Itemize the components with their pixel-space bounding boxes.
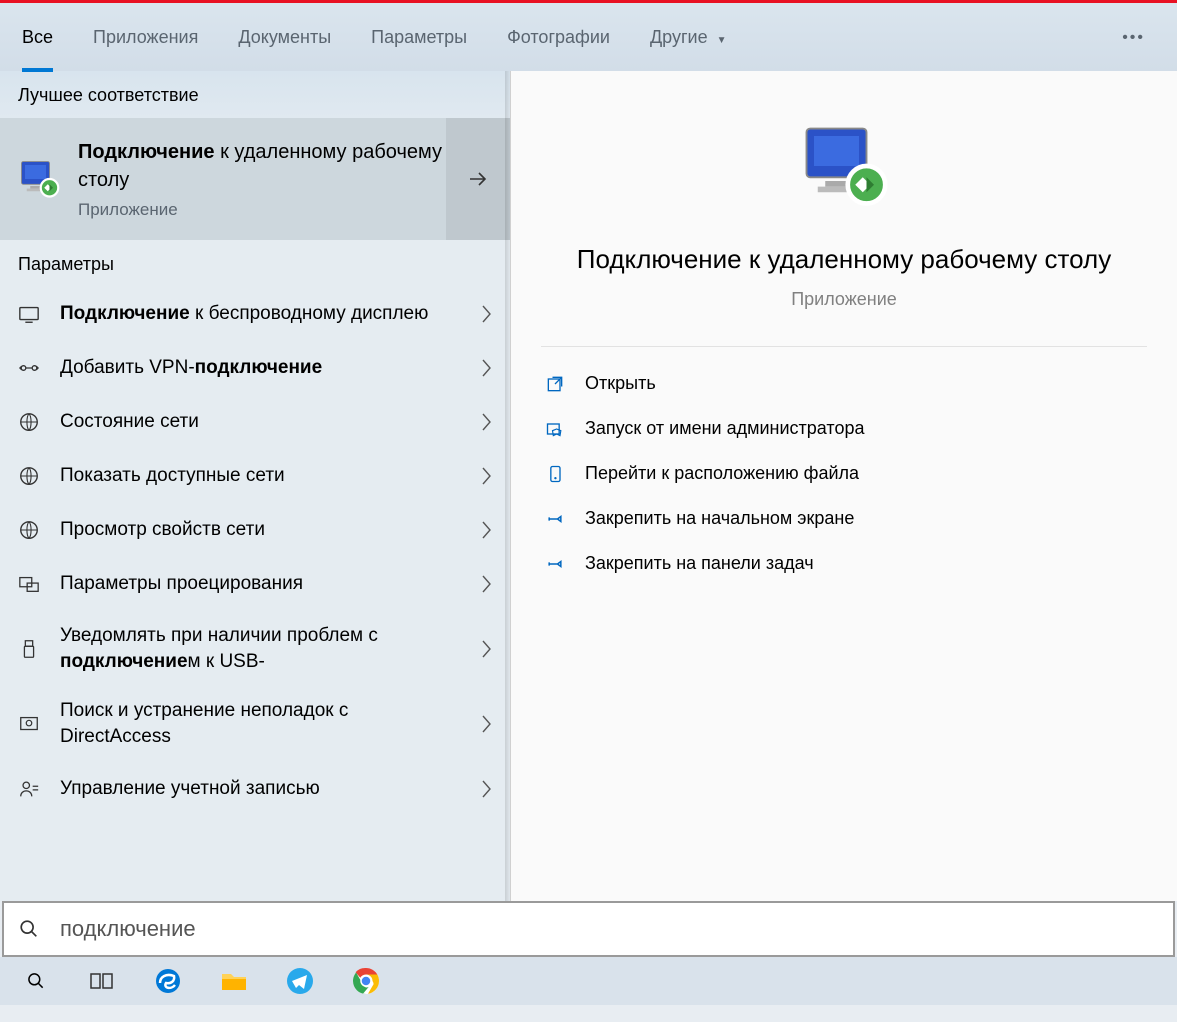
tab-all[interactable]: Все	[22, 5, 53, 70]
search-input[interactable]	[60, 916, 1159, 942]
result-item-label: Состояние сети	[60, 409, 454, 435]
tab-photos[interactable]: Фотографии	[507, 5, 610, 70]
action-label: Закрепить на начальном экране	[585, 508, 854, 529]
action-label: Запуск от имени администратора	[585, 418, 864, 439]
detail-action-open[interactable]: Открыть	[511, 361, 1177, 406]
trouble-icon	[18, 713, 40, 735]
result-item-label: Просмотр свойств сети	[60, 517, 454, 543]
chevron-right-icon	[482, 640, 492, 658]
settings-result-item[interactable]: Управление учетной записью	[0, 762, 510, 816]
result-item-label: Подключение к беспроводному дисплею	[60, 301, 454, 327]
tab-settings[interactable]: Параметры	[371, 5, 467, 70]
tab-documents[interactable]: Документы	[238, 5, 331, 70]
detail-action-pin[interactable]: Закрепить на панели задач	[511, 541, 1177, 586]
detail-action-admin[interactable]: Запуск от имени администратора	[511, 406, 1177, 451]
telegram-icon[interactable]	[286, 967, 314, 995]
project-icon	[18, 573, 40, 595]
action-label: Открыть	[585, 373, 656, 394]
settings-result-item[interactable]: Состояние сети	[0, 395, 510, 449]
taskbar	[0, 957, 1177, 1005]
pin-icon	[545, 554, 565, 574]
globe-icon	[18, 411, 40, 433]
display-icon	[18, 303, 40, 325]
result-item-label: Управление учетной записью	[60, 776, 454, 802]
detail-action-folder[interactable]: Перейти к расположению файла	[511, 451, 1177, 496]
tab-more[interactable]: Другие ▼	[650, 5, 727, 70]
chevron-down-icon: ▼	[717, 35, 727, 46]
vpn-icon	[18, 357, 40, 379]
result-item-label: Уведомлять при наличии проблем с подключ…	[60, 623, 454, 674]
globe-icon	[18, 465, 40, 487]
result-item-label: Поиск и устранение неполадок с DirectAcc…	[60, 698, 454, 749]
chevron-right-icon	[482, 575, 492, 593]
globe-icon	[18, 519, 40, 541]
chevron-right-icon	[482, 305, 492, 323]
results-panel: Лучшее соответствие Подключение к удален…	[0, 71, 510, 901]
settings-result-item[interactable]: Просмотр свойств сети	[0, 503, 510, 557]
taskbar-search-button[interactable]	[22, 967, 50, 995]
best-match-result[interactable]: Подключение к удаленному рабочему столу …	[0, 118, 510, 240]
detail-title: Подключение к удаленному рабочему столу	[511, 241, 1177, 277]
best-match-subtitle: Приложение	[78, 200, 492, 220]
best-match-title: Подключение к удаленному рабочему столу	[78, 138, 492, 194]
chevron-right-icon	[482, 467, 492, 485]
more-options-button[interactable]: •••	[1122, 29, 1145, 47]
settings-result-item[interactable]: Подключение к беспроводному дисплею	[0, 287, 510, 341]
search-filter-tabs: Все Приложения Документы Параметры Фотог…	[0, 3, 1177, 71]
search-bar	[2, 901, 1175, 957]
chevron-right-icon	[482, 521, 492, 539]
mstsc-icon	[799, 121, 889, 211]
settings-result-item[interactable]: Уведомлять при наличии проблем с подключ…	[0, 611, 510, 686]
account-icon	[18, 778, 40, 800]
folder-icon	[545, 464, 565, 484]
best-match-header: Лучшее соответствие	[0, 71, 510, 118]
action-label: Закрепить на панели задач	[585, 553, 814, 574]
chevron-right-icon	[482, 715, 492, 733]
open-icon	[545, 374, 565, 394]
settings-result-item[interactable]: Параметры проецирования	[0, 557, 510, 611]
result-item-label: Параметры проецирования	[60, 571, 454, 597]
pin-icon	[545, 509, 565, 529]
detail-subtitle: Приложение	[511, 289, 1177, 310]
usb-icon	[18, 638, 40, 660]
task-view-button[interactable]	[88, 967, 116, 995]
expand-details-button[interactable]	[446, 118, 510, 240]
mstsc-icon	[18, 158, 60, 200]
detail-action-pin[interactable]: Закрепить на начальном экране	[511, 496, 1177, 541]
result-item-label: Показать доступные сети	[60, 463, 454, 489]
chrome-icon[interactable]	[352, 967, 380, 995]
chevron-right-icon	[482, 413, 492, 431]
details-panel: Подключение к удаленному рабочему столу …	[510, 71, 1177, 901]
admin-icon	[545, 419, 565, 439]
action-label: Перейти к расположению файла	[585, 463, 859, 484]
edge-icon[interactable]	[154, 967, 182, 995]
settings-result-item[interactable]: Добавить VPN-подключение	[0, 341, 510, 395]
search-icon	[18, 918, 40, 940]
settings-section-header: Параметры	[0, 240, 510, 287]
tab-apps[interactable]: Приложения	[93, 5, 198, 70]
settings-result-item[interactable]: Поиск и устранение неполадок с DirectAcc…	[0, 686, 510, 761]
result-item-label: Добавить VPN-подключение	[60, 355, 454, 381]
chevron-right-icon	[482, 780, 492, 798]
file-explorer-icon[interactable]	[220, 967, 248, 995]
settings-result-item[interactable]: Показать доступные сети	[0, 449, 510, 503]
chevron-right-icon	[482, 359, 492, 377]
